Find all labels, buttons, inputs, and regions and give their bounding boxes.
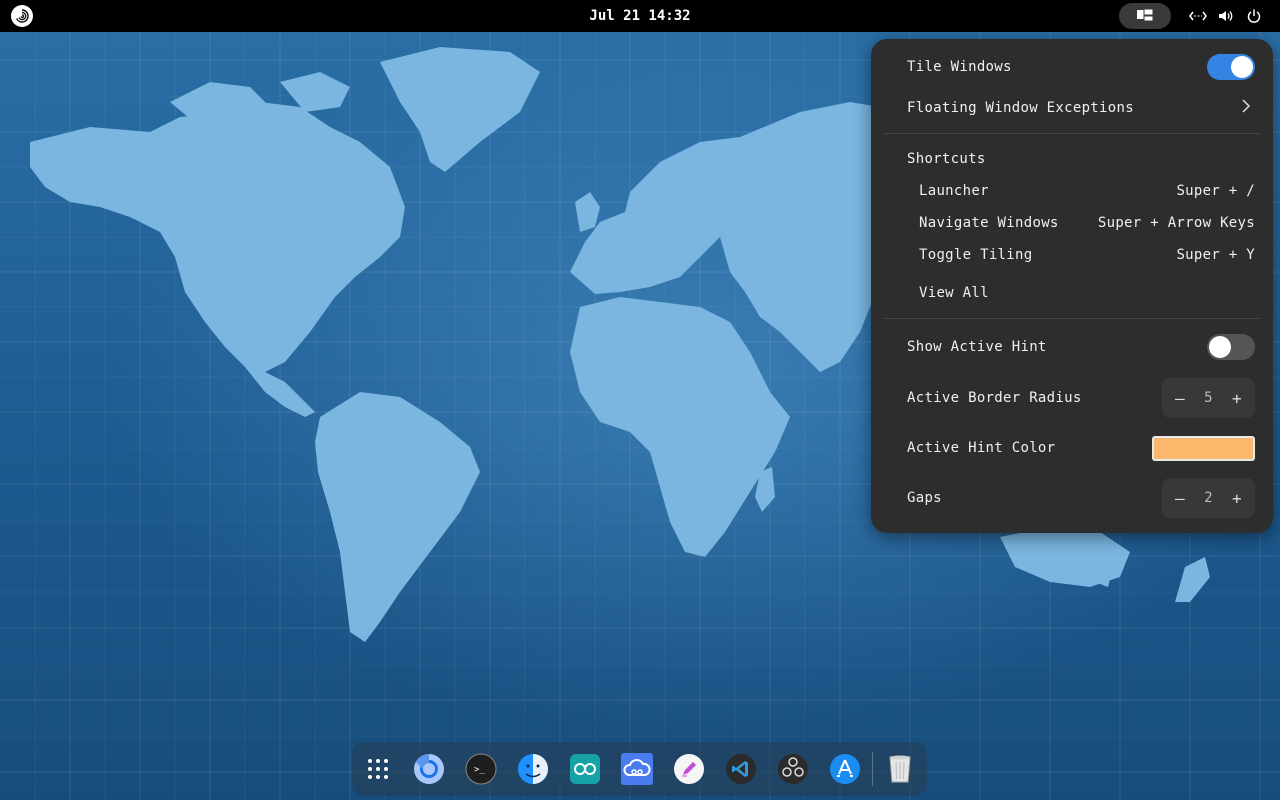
show-active-hint-label: Show Active Hint — [907, 339, 1047, 355]
app-grid-icon[interactable] — [362, 753, 394, 785]
decrement-button[interactable]: – — [1170, 389, 1190, 408]
show-active-hint-toggle[interactable] — [1207, 334, 1255, 360]
shortcut-row-toggle-tiling: Toggle Tiling Super + Y — [919, 245, 1255, 265]
increment-button[interactable]: + — [1227, 389, 1247, 408]
tiling-windows-button[interactable] — [1119, 3, 1171, 29]
active-border-radius-row: Active Border Radius – 5 + — [907, 378, 1255, 418]
top-panel: Jul 21 14:32 — [0, 0, 1280, 32]
obs-studio-icon[interactable] — [777, 753, 809, 785]
finder-icon[interactable] — [517, 753, 549, 785]
terminal-icon[interactable]: >_ — [465, 753, 497, 785]
chromium-browser-icon[interactable] — [413, 753, 445, 785]
gaps-row: Gaps – 2 + — [907, 478, 1255, 518]
text-editor-icon[interactable] — [673, 753, 705, 785]
trash-icon[interactable] — [884, 753, 916, 785]
shortcut-label: Launcher — [919, 183, 989, 199]
shortcut-keys: Super + / — [1176, 183, 1255, 199]
view-all-shortcuts-button[interactable]: View All — [919, 285, 989, 301]
chevron-right-icon — [1241, 99, 1251, 117]
floating-window-exceptions-row[interactable]: Floating Window Exceptions — [907, 97, 1255, 119]
shortcut-row-launcher: Launcher Super + / — [919, 181, 1255, 201]
app-store-icon[interactable] — [829, 753, 861, 785]
tile-windows-row[interactable]: Tile Windows — [907, 54, 1255, 80]
separator — [883, 133, 1261, 134]
tiling-settings-popup: Tile Windows Floating Window Exceptions … — [871, 39, 1273, 533]
active-border-radius-stepper: – 5 + — [1162, 378, 1255, 418]
shortcut-keys: Super + Arrow Keys — [1097, 215, 1255, 231]
floating-window-exceptions-label: Floating Window Exceptions — [907, 100, 1134, 116]
debian-swirl-icon[interactable] — [11, 5, 33, 27]
network-icon[interactable] — [1189, 8, 1207, 24]
arduino-icon[interactable] — [569, 753, 601, 785]
clock-area: Jul 21 14:32 — [0, 0, 1280, 32]
gaps-label: Gaps — [907, 490, 942, 506]
power-icon[interactable] — [1245, 8, 1263, 24]
shortcut-label: Navigate Windows — [919, 215, 1059, 231]
active-border-radius-label: Active Border Radius — [907, 390, 1082, 406]
separator — [883, 318, 1261, 319]
shortcuts-heading-row: Shortcuts — [907, 149, 1255, 169]
vscode-icon[interactable] — [725, 753, 757, 785]
tile-windows-label: Tile Windows — [907, 59, 1012, 75]
svg-text:>_: >_ — [474, 765, 485, 775]
shortcuts-heading: Shortcuts — [907, 151, 986, 167]
active-border-radius-value: 5 — [1204, 390, 1213, 406]
dock-separator — [872, 752, 873, 786]
shortcut-label: Toggle Tiling — [919, 247, 1033, 263]
gaps-value: 2 — [1204, 490, 1213, 506]
show-active-hint-row[interactable]: Show Active Hint — [907, 334, 1255, 360]
view-all-shortcuts-row[interactable]: View All — [919, 283, 1255, 303]
active-hint-color-swatch[interactable] — [1152, 435, 1255, 461]
cloud-sync-icon[interactable] — [621, 753, 653, 785]
clock-button[interactable]: Jul 21 14:32 — [589, 8, 690, 24]
active-hint-color-label: Active Hint Color — [907, 440, 1056, 456]
decrement-button[interactable]: – — [1170, 489, 1190, 508]
shortcut-row-navigate-windows: Navigate Windows Super + Arrow Keys — [919, 213, 1255, 233]
active-hint-color-row: Active Hint Color — [907, 435, 1255, 461]
tiling-windows-icon — [1136, 7, 1154, 26]
shortcut-keys: Super + Y — [1176, 247, 1255, 263]
gaps-stepper: – 2 + — [1162, 478, 1255, 518]
increment-button[interactable]: + — [1227, 489, 1247, 508]
dock: >_ — [352, 742, 927, 796]
tile-windows-toggle[interactable] — [1207, 54, 1255, 80]
volume-icon[interactable] — [1217, 8, 1235, 24]
